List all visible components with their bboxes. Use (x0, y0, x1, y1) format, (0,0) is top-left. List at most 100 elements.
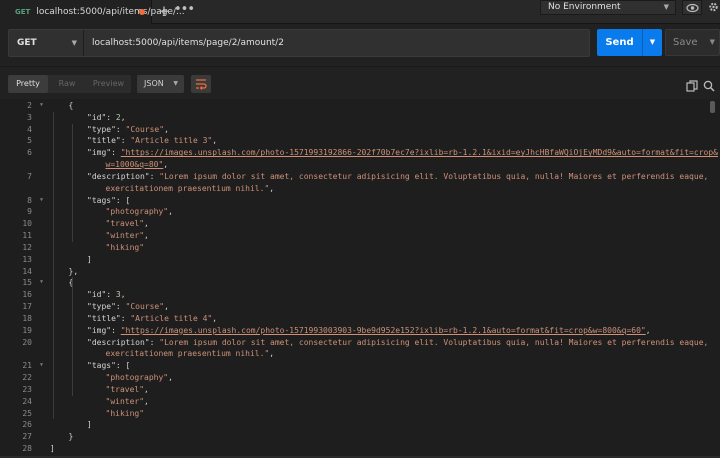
code-line: "title": "Article title 4", (87, 313, 217, 324)
tab-raw[interactable]: Raw (48, 75, 86, 93)
code-line: "winter", (106, 230, 149, 241)
url-link[interactable]: "https://images.unsplash.com/photo-15719… (121, 148, 718, 157)
code-line: w=1000&q=80", (106, 159, 169, 170)
code-token: "img": (87, 148, 121, 158)
code-token: [ (125, 195, 131, 205)
code-token: , (212, 136, 218, 146)
code-token: , (164, 302, 169, 312)
code-line: "id": 3, (87, 289, 126, 300)
code-token: "tags": (87, 361, 126, 371)
code-token: [ (125, 361, 131, 371)
copy-button[interactable] (686, 77, 698, 92)
line-number: 25 (22, 408, 32, 418)
response-toolbar: Pretty Raw Preview JSON ▼ (0, 67, 720, 99)
send-button[interactable]: Send ▼ (597, 29, 662, 56)
code-token: "description": (87, 337, 160, 347)
settings-button[interactable] (705, 0, 720, 15)
method-label: GET (17, 38, 37, 48)
code-token: , (163, 160, 169, 170)
code-token: "photography" (105, 207, 169, 217)
code-line: "winter", (106, 396, 149, 407)
code-token: "type": (87, 124, 126, 134)
code-line: "tags": [ (87, 360, 130, 371)
line-number: 20 (22, 337, 32, 347)
line-number: 22 (22, 373, 32, 383)
code-token: "tags": (87, 195, 126, 205)
new-tab-icon[interactable]: + (156, 2, 172, 20)
tab-bar: GET localhost:5000/api/items/page/... + … (0, 0, 720, 24)
search-icon (703, 80, 715, 92)
code-token: exercitationem praesentium nihil." (105, 349, 270, 359)
wrap-lines-button[interactable] (191, 75, 211, 93)
format-select[interactable]: JSON ▼ (137, 75, 184, 93)
vertical-scrollbar[interactable] (710, 101, 715, 113)
code-token: , (144, 384, 149, 394)
unsaved-dot-icon (139, 9, 145, 15)
environment-label: No Environment (548, 2, 621, 12)
code-token: "title": (87, 313, 131, 323)
code-token: , (120, 112, 126, 122)
url-input[interactable]: localhost:5000/api/items/page/2/amount/2 (92, 30, 284, 56)
line-number: 10 (22, 219, 32, 229)
url-link[interactable]: "https://images.unsplash.com/photo-15719… (121, 326, 646, 335)
line-number: 23 (22, 384, 32, 394)
chevron-down-icon[interactable]: ▼ (710, 30, 715, 55)
code-token: , (144, 396, 149, 406)
code-token: "winter" (105, 231, 145, 241)
more-tabs-icon[interactable]: ••• (174, 2, 195, 20)
eye-icon (686, 3, 699, 13)
code-token: "img": (87, 325, 121, 335)
copy-icon (686, 80, 698, 92)
code-token: "description": (87, 171, 160, 181)
fold-toggle-icon[interactable]: ▼ (40, 195, 48, 206)
line-number: 19 (22, 325, 32, 335)
method-select[interactable]: GET ▼ (9, 30, 84, 56)
fold-toggle-icon[interactable]: ▼ (40, 360, 48, 371)
line-number: 2 (27, 101, 32, 110)
code-line: "tags": [ (87, 195, 130, 206)
code-token: ] (87, 420, 92, 430)
search-button[interactable] (703, 77, 715, 92)
line-number: 5 (27, 136, 32, 146)
environment-quick-look-button[interactable] (682, 0, 702, 15)
tab-pretty[interactable]: Pretty (8, 75, 48, 93)
code-token: , (269, 183, 275, 193)
url-link[interactable]: w=1000&q=80" (106, 160, 164, 169)
code-token: "Lorem ipsum dolor sit amet, consectetur… (159, 337, 709, 347)
tab-preview[interactable]: Preview (86, 75, 131, 93)
code-token: "type": (87, 302, 126, 312)
fold-toggle-icon[interactable]: ▼ (40, 100, 48, 111)
code-token: { (68, 101, 74, 110)
gear-icon (709, 2, 718, 12)
send-options-chevron-icon[interactable]: ▼ (642, 29, 662, 56)
line-number: 7 (27, 171, 32, 181)
line-number: 9 (27, 207, 32, 217)
code-token: "winter" (105, 396, 145, 406)
code-token: ] (50, 444, 55, 454)
request-tab[interactable]: GET localhost:5000/api/items/page/... (0, 0, 185, 24)
code-line: "title": "Article title 3", (87, 135, 217, 146)
line-number: 24 (22, 396, 32, 406)
code-line: "description": "Lorem ipsum dolor sit am… (87, 337, 708, 348)
code-token: ] (87, 254, 92, 264)
response-body-editor[interactable]: 2 3 4 5 6 7 8 9 10 11 12 13 14 15 16 17 18 19 20 21 22 23 24 25… (0, 99, 720, 458)
line-number: 16 (22, 290, 32, 300)
code-token: , (645, 325, 651, 335)
code-line: "photography", (106, 372, 173, 383)
code-token: "id": (87, 290, 116, 300)
wrap-lines-icon (196, 79, 207, 90)
line-number: 8 (27, 195, 32, 205)
indent-guide (71, 277, 73, 396)
line-number: 12 (22, 242, 32, 252)
line-number: 14 (22, 266, 32, 276)
environment-select[interactable]: No Environment ▼ (540, 0, 676, 15)
fold-toggle-icon[interactable]: ▼ (40, 277, 48, 288)
line-number: 13 (22, 254, 32, 264)
save-button[interactable]: Save ▼ (665, 29, 720, 56)
code-line: "travel", (106, 218, 149, 229)
line-number-gutter: 2 3 4 5 6 7 8 9 10 11 12 13 14 15 16 17 18 19 20 21 22 23 24 25… (0, 99, 38, 458)
line-number: 28 (22, 444, 32, 454)
code-line: exercitationem praesentium nihil.", (106, 183, 275, 194)
chevron-down-icon: ▼ (173, 80, 178, 87)
code-token: "photography" (105, 373, 169, 383)
